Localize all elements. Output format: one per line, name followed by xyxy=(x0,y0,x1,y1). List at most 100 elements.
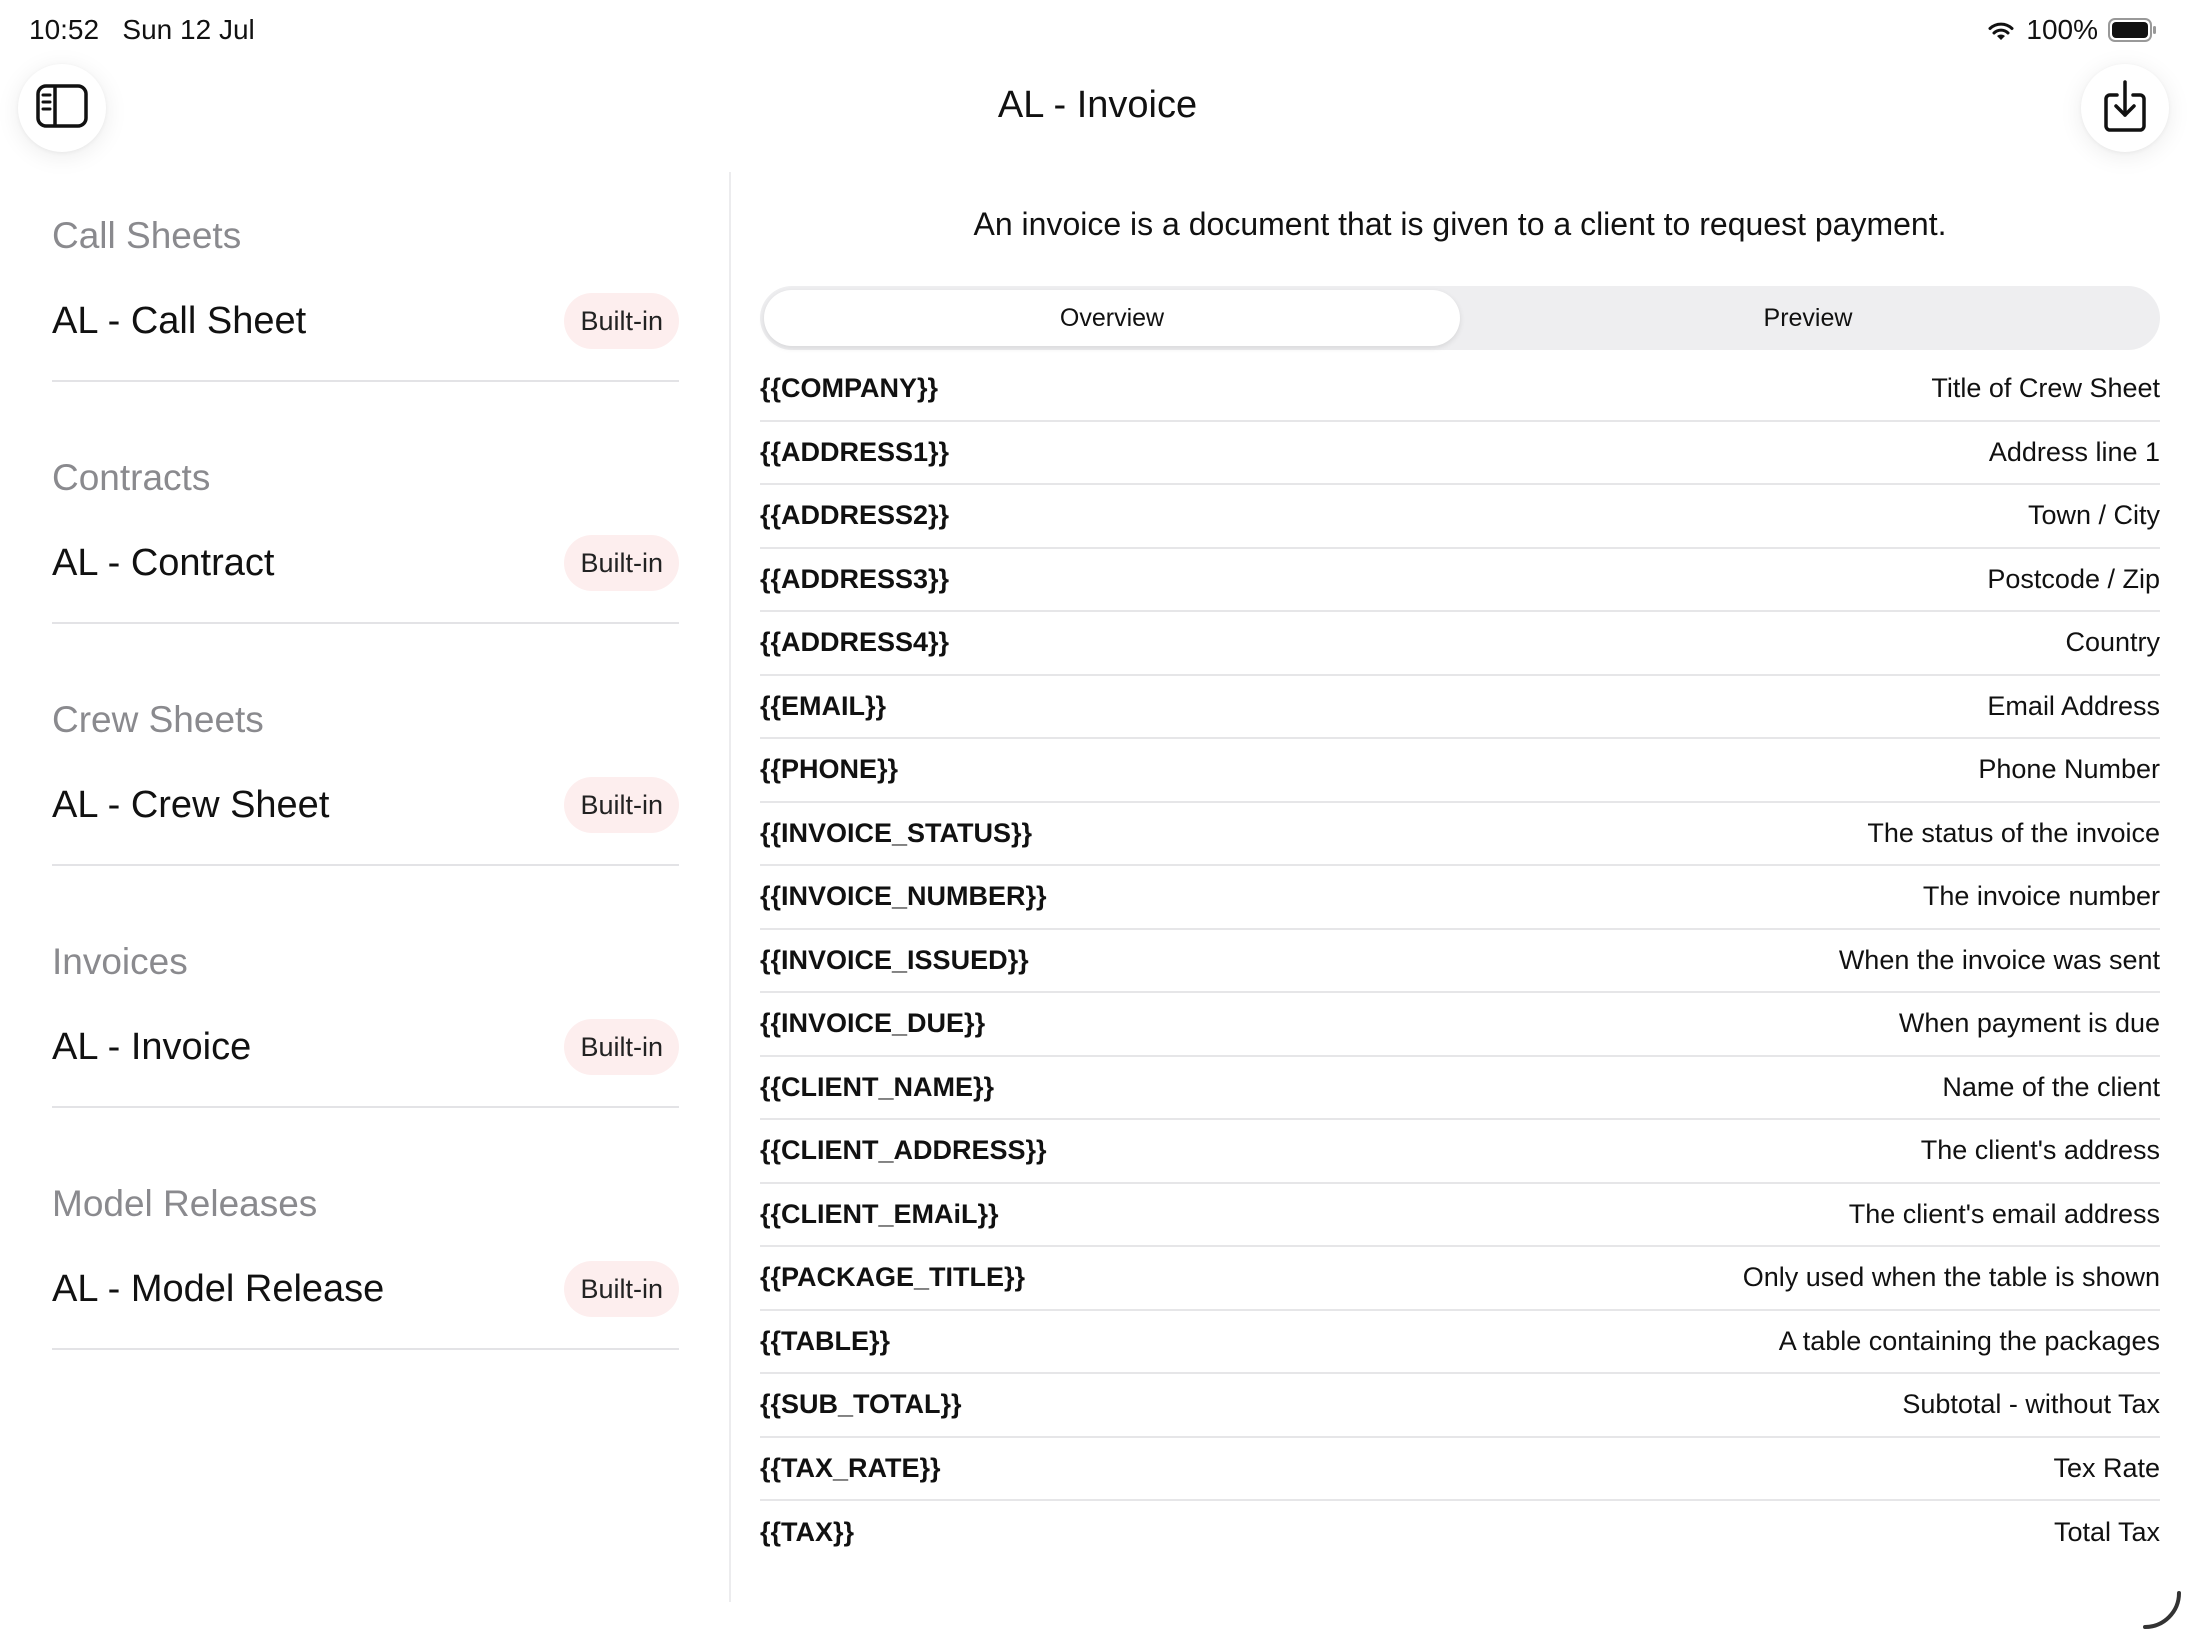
placeholder-description: Tex Rate xyxy=(2053,1452,2160,1483)
export-button[interactable] xyxy=(2081,64,2169,152)
placeholder-key: {{ADDRESS2}} xyxy=(760,500,950,531)
sidebar-section: Model Releases AL - Model Release Built-… xyxy=(52,1178,679,1350)
placeholder-description: Email Address xyxy=(1987,690,2160,721)
sidebar-item-invoice[interactable]: AL - Invoice Built-in xyxy=(52,988,679,1108)
placeholder-description: Only used when the table is shown xyxy=(1742,1262,2160,1293)
battery-icon xyxy=(2108,18,2158,42)
placeholder-key: {{CLIENT_ADDRESS}} xyxy=(760,1135,1047,1166)
list-item: {{ADDRESS2}} Town / City xyxy=(760,485,2160,549)
sidebar-item-label: AL - Contract xyxy=(52,541,275,584)
placeholder-description: A table containing the packages xyxy=(1778,1325,2160,1356)
placeholder-key: {{SUB_TOTAL}} xyxy=(760,1389,962,1420)
list-item: {{COMPANY}} Title of Crew Sheet xyxy=(760,358,2160,422)
placeholder-description: Postcode / Zip xyxy=(1987,563,2160,594)
list-item: {{PACKAGE_TITLE}} Only used when the tabl… xyxy=(760,1247,2160,1311)
placeholder-key: {{ADDRESS1}} xyxy=(760,436,950,467)
sidebar-item-label: AL - Crew Sheet xyxy=(52,783,330,826)
placeholder-description: The client's address xyxy=(1920,1135,2160,1166)
list-item: {{CLIENT_ADDRESS}} The client's address xyxy=(760,1120,2160,1184)
page-title: AL - Invoice xyxy=(997,84,1198,126)
detail-pane: An invoice is a document that is given t… xyxy=(760,172,2160,1565)
sidebar-section: Invoices AL - Invoice Built-in xyxy=(52,936,679,1108)
tab-preview[interactable]: Preview xyxy=(1460,290,2156,346)
sidebar-item-label: AL - Call Sheet xyxy=(52,299,307,342)
list-item: {{EMAIL}} Email Address xyxy=(760,676,2160,739)
sidebar-section: Contracts AL - Contract Built-in xyxy=(52,452,679,624)
sidebar-item-label: AL - Model Release xyxy=(52,1267,385,1310)
placeholder-key: {{ADDRESS4}} xyxy=(760,627,950,658)
list-item: {{INVOICE_NUMBER}} The invoice number xyxy=(760,866,2160,930)
placeholder-description: The invoice number xyxy=(1922,881,2160,912)
list-item: {{TABLE}} A table containing the packages xyxy=(760,1311,2160,1374)
placeholder-list: {{COMPANY}} Title of Crew Sheet {{ADDRESS… xyxy=(760,358,2160,1565)
placeholder-key: {{PHONE}} xyxy=(760,754,899,785)
section-header: Model Releases xyxy=(52,1183,318,1224)
sidebar-item-crew-sheet[interactable]: AL - Crew Sheet Built-in xyxy=(52,746,679,866)
placeholder-description: Phone Number xyxy=(1978,754,2160,785)
placeholder-description: When payment is due xyxy=(1898,1008,2160,1039)
placeholder-description: Town / City xyxy=(2027,500,2160,531)
sidebar-item-model-release[interactable]: AL - Model Release Built-in xyxy=(52,1230,679,1350)
placeholder-key: {{INVOICE_DUE}} xyxy=(760,1008,986,1039)
section-header: Crew Sheets xyxy=(52,699,264,740)
placeholder-key: {{PACKAGE_TITLE}} xyxy=(760,1262,1026,1293)
list-item: {{TAX}} Total Tax xyxy=(760,1501,2160,1565)
placeholder-description: The client's email address xyxy=(1848,1198,2160,1229)
sidebar: Call Sheets AL - Call Sheet Built-in Con… xyxy=(52,210,679,1420)
split-divider xyxy=(729,172,731,1602)
list-item: {{ADDRESS4}} Country xyxy=(760,612,2160,676)
time-text: 10:52 xyxy=(29,14,100,45)
built-in-badge: Built-in xyxy=(564,535,679,591)
placeholder-description: The status of the invoice xyxy=(1867,817,2160,848)
section-header: Call Sheets xyxy=(52,215,242,256)
wifi-icon xyxy=(1986,18,2016,42)
list-item: {{CLIENT_EMAiL}} The client's email addre… xyxy=(760,1184,2160,1247)
placeholder-key: {{INVOICE_NUMBER}} xyxy=(760,881,1047,912)
placeholder-key: {{ADDRESS3}} xyxy=(760,563,950,594)
date-text: Sun 12 Jul xyxy=(122,14,255,45)
battery-percent: 100% xyxy=(2026,14,2098,45)
placeholder-key: {{TABLE}} xyxy=(760,1325,891,1356)
list-item: {{PHONE}} Phone Number xyxy=(760,739,2160,803)
sidebar-item-call-sheet[interactable]: AL - Call Sheet Built-in xyxy=(52,262,679,382)
segmented-control: Overview Preview xyxy=(760,286,2160,350)
built-in-badge: Built-in xyxy=(564,1019,679,1075)
built-in-badge: Built-in xyxy=(564,777,679,833)
placeholder-description: Name of the client xyxy=(1942,1071,2160,1102)
resize-handle-icon[interactable] xyxy=(2139,1587,2183,1636)
sidebar-section: Crew Sheets AL - Crew Sheet Built-in xyxy=(52,694,679,866)
list-item: {{INVOICE_ISSUED}} When the invoice was s… xyxy=(760,930,2160,993)
sidebar-item-label: AL - Invoice xyxy=(52,1025,252,1068)
list-item: {{INVOICE_DUE}} When payment is due xyxy=(760,993,2160,1057)
tab-overview[interactable]: Overview xyxy=(764,290,1460,346)
section-header: Invoices xyxy=(52,941,188,982)
status-bar-time: 10:52 Sun 12 Jul xyxy=(29,14,255,46)
list-item: {{INVOICE_STATUS}} The status of the invo… xyxy=(760,803,2160,866)
export-icon xyxy=(2103,79,2147,138)
built-in-badge: Built-in xyxy=(564,1261,679,1317)
list-item: {{ADDRESS3}} Postcode / Zip xyxy=(760,549,2160,612)
placeholder-description: Title of Crew Sheet xyxy=(1931,373,2160,404)
placeholder-key: {{CLIENT_EMAiL}} xyxy=(760,1198,999,1229)
section-header: Contracts xyxy=(52,457,211,498)
placeholder-key: {{TAX}} xyxy=(760,1517,855,1548)
placeholder-key: {{EMAIL}} xyxy=(760,690,887,721)
placeholder-description: When the invoice was sent xyxy=(1838,944,2160,975)
placeholder-description: Total Tax xyxy=(2053,1517,2160,1548)
list-item: {{TAX_RATE}} Tex Rate xyxy=(760,1438,2160,1501)
status-bar-right: 100% xyxy=(1986,14,2158,46)
placeholder-key: {{INVOICE_ISSUED}} xyxy=(760,944,1029,975)
sidebar-item-contract[interactable]: AL - Contract Built-in xyxy=(52,504,679,624)
placeholder-description: Address line 1 xyxy=(1988,436,2160,467)
list-item: {{ADDRESS1}} Address line 1 xyxy=(760,422,2160,485)
placeholder-key: {{COMPANY}} xyxy=(760,373,939,404)
placeholder-key: {{INVOICE_STATUS}} xyxy=(760,817,1033,848)
template-description: An invoice is a document that is given t… xyxy=(973,206,1947,242)
sidebar-section: Call Sheets AL - Call Sheet Built-in xyxy=(52,210,679,382)
placeholder-description: Country xyxy=(2065,627,2160,658)
placeholder-key: {{TAX_RATE}} xyxy=(760,1452,941,1483)
built-in-badge: Built-in xyxy=(564,293,679,349)
placeholder-key: {{CLIENT_NAME}} xyxy=(760,1071,995,1102)
list-item: {{SUB_TOTAL}} Subtotal - without Tax xyxy=(760,1374,2160,1438)
list-item: {{CLIENT_NAME}} Name of the client xyxy=(760,1057,2160,1120)
